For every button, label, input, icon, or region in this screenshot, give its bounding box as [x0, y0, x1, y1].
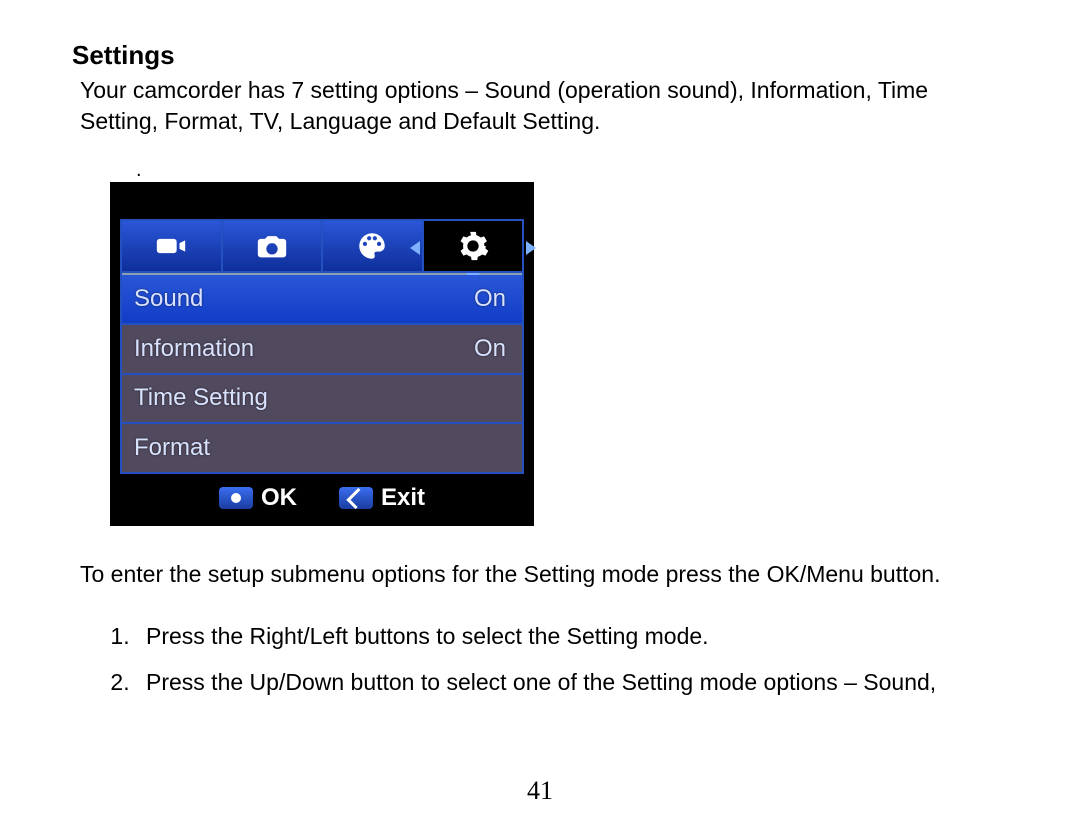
step-item: Press the Right/Left buttons to select t… — [136, 615, 1000, 659]
exit-button-icon — [339, 487, 373, 509]
tab-photo[interactable] — [223, 221, 324, 271]
camcorder-footer: OK Exit — [120, 478, 524, 518]
menu-item-value: On — [474, 285, 506, 313]
footer-ok-label: OK — [261, 484, 297, 512]
page-number: 41 — [0, 776, 1080, 806]
footer-exit[interactable]: Exit — [339, 484, 425, 512]
tab-settings[interactable] — [424, 221, 523, 271]
ok-button-icon — [219, 487, 253, 509]
mode-tab-bar — [120, 219, 524, 273]
instruction-paragraph: To enter the setup submenu options for t… — [80, 552, 1000, 597]
camcorder-screenshot: . — [110, 159, 1000, 526]
intro-paragraph: Your camcorder has 7 setting options – S… — [80, 75, 1000, 137]
menu-item-information[interactable]: Information On — [122, 323, 522, 373]
nav-right-icon — [526, 241, 536, 255]
menu-item-label: Time Setting — [134, 384, 268, 412]
menu-item-value: On — [474, 335, 506, 363]
palette-icon — [355, 229, 389, 263]
tab-playback[interactable] — [323, 221, 424, 271]
menu-item-sound[interactable]: Sound On — [122, 275, 522, 323]
menu-item-format[interactable]: Format — [122, 422, 522, 472]
video-icon — [154, 229, 188, 263]
manual-page: Settings Your camcorder has 7 setting op… — [0, 0, 1080, 830]
footer-ok[interactable]: OK — [219, 484, 297, 512]
footer-exit-label: Exit — [381, 484, 425, 512]
tab-video[interactable] — [122, 221, 223, 271]
step-item: Press the Up/Down button to select one o… — [136, 661, 1000, 705]
settings-menu-list: Sound On Information On Time Setting For… — [120, 275, 524, 474]
camcorder-screen: Sound On Information On Time Setting For… — [110, 182, 534, 526]
menu-item-label: Sound — [134, 285, 203, 313]
menu-item-label: Format — [134, 434, 210, 462]
leading-period: . — [136, 159, 142, 181]
menu-item-label: Information — [134, 335, 254, 363]
steps-list: Press the Right/Left buttons to select t… — [80, 615, 1000, 704]
section-heading: Settings — [72, 40, 1000, 71]
gear-icon — [456, 229, 490, 263]
nav-left-icon — [410, 241, 420, 255]
menu-item-time-setting[interactable]: Time Setting — [122, 373, 522, 423]
camera-icon — [255, 229, 289, 263]
